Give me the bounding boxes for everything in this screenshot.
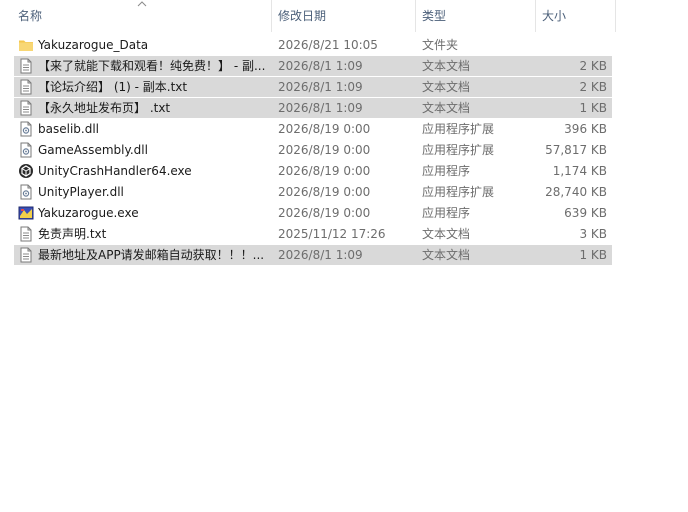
file-size: 2 KB xyxy=(579,59,607,73)
file-type: 应用程序扩展 xyxy=(422,143,495,157)
column-header-name[interactable]: 名称 xyxy=(12,0,272,32)
file-name: 【永久地址发布页】 .txt xyxy=(38,101,171,115)
file-row[interactable]: Yakuzarogue.exe 2026/8/19 0:00 应用程序 639 KB xyxy=(14,203,612,223)
file-name: 免责声明.txt xyxy=(38,227,107,241)
file-size: 28,740 KB xyxy=(545,185,607,199)
file-size: 57,817 KB xyxy=(545,143,607,157)
file-type: 文本文档 xyxy=(422,80,471,94)
text-file-icon xyxy=(18,79,34,95)
file-row[interactable]: GameAssembly.dll 2026/8/19 0:00 应用程序扩展 57,8… xyxy=(14,140,612,160)
file-size: 1 KB xyxy=(579,101,607,115)
file-name: UnityCrashHandler64.exe xyxy=(38,164,192,178)
file-size: 1,174 KB xyxy=(552,164,607,178)
file-row[interactable]: Yakuzarogue_Data 2026/8/21 10:05 文件夹 xyxy=(14,35,612,55)
dll-file-icon xyxy=(18,121,34,137)
column-header-type[interactable]: 类型 xyxy=(416,0,536,32)
file-row[interactable]: 【永久地址发布页】 .txt 2026/8/1 1:09 文本文档 1 KB xyxy=(14,98,612,118)
game-exe-icon xyxy=(18,205,34,221)
file-type: 应用程序扩展 xyxy=(422,185,495,199)
column-header-date[interactable]: 修改日期 xyxy=(272,0,416,32)
file-type: 文本文档 xyxy=(422,248,471,262)
file-type: 应用程序扩展 xyxy=(422,122,495,136)
file-size: 639 KB xyxy=(564,206,607,220)
folder-icon xyxy=(18,37,34,53)
file-name: baselib.dll xyxy=(38,122,99,136)
file-name: Yakuzarogue.exe xyxy=(38,206,139,220)
file-explorer: 名称 修改日期 类型 大小 Yakuzarogue_Data 2026/8/21 … xyxy=(0,0,688,512)
text-file-icon xyxy=(18,58,34,74)
file-row[interactable]: baselib.dll 2026/8/19 0:00 应用程序扩展 396 KB xyxy=(14,119,612,139)
file-size: 396 KB xyxy=(564,122,607,136)
dll-file-icon xyxy=(18,184,34,200)
file-modified-date: 2026/8/1 1:09 xyxy=(278,248,363,262)
file-modified-date: 2026/8/1 1:09 xyxy=(278,101,363,115)
file-modified-date: 2026/8/19 0:00 xyxy=(278,206,371,220)
file-size xyxy=(534,35,607,55)
text-file-icon xyxy=(18,247,34,263)
file-row[interactable]: 最新地址及APP请发邮箱自动获取！！！... 2026/8/1 1:09 文本文档 1… xyxy=(14,245,612,265)
file-modified-date: 2025/11/12 17:26 xyxy=(278,227,386,241)
file-type: 应用程序 xyxy=(422,164,471,178)
file-type: 文件夹 xyxy=(422,38,459,52)
file-modified-date: 2026/8/21 10:05 xyxy=(278,38,378,52)
file-row[interactable]: 【论坛介绍】 (1) - 副本.txt 2026/8/1 1:09 文本文档 2 KB xyxy=(14,77,612,97)
file-size: 2 KB xyxy=(579,80,607,94)
file-size: 3 KB xyxy=(579,227,607,241)
file-type: 文本文档 xyxy=(422,101,471,115)
file-row[interactable]: UnityPlayer.dll 2026/8/19 0:00 应用程序扩展 28,74… xyxy=(14,182,612,202)
column-header-size[interactable]: 大小 xyxy=(536,0,616,32)
file-modified-date: 2026/8/19 0:00 xyxy=(278,122,371,136)
file-modified-date: 2026/8/19 0:00 xyxy=(278,164,371,178)
unity-exe-icon xyxy=(18,163,34,179)
file-name: 最新地址及APP请发邮箱自动获取！！！... xyxy=(38,248,265,262)
file-modified-date: 2026/8/1 1:09 xyxy=(278,80,363,94)
file-name: 【论坛介绍】 (1) - 副本.txt xyxy=(38,80,188,94)
file-row[interactable]: UnityCrashHandler64.exe 2026/8/19 0:00 应用程… xyxy=(14,161,612,181)
file-name: UnityPlayer.dll xyxy=(38,185,124,199)
text-file-icon xyxy=(18,100,34,116)
file-row[interactable]: 免责声明.txt 2025/11/12 17:26 文本文档 3 KB xyxy=(14,224,612,244)
file-row[interactable]: 【来了就能下载和观看！纯免费！】 - 副... 2026/8/1 1:09 文本文档… xyxy=(14,56,612,76)
file-modified-date: 2026/8/19 0:00 xyxy=(278,185,371,199)
file-type: 文本文档 xyxy=(422,59,471,73)
file-name: Yakuzarogue_Data xyxy=(38,38,149,52)
file-type: 应用程序 xyxy=(422,206,471,220)
dll-file-icon xyxy=(18,142,34,158)
column-header-bar: 名称 修改日期 类型 大小 xyxy=(0,0,688,32)
file-type: 文本文档 xyxy=(422,227,471,241)
file-modified-date: 2026/8/1 1:09 xyxy=(278,59,363,73)
text-file-icon xyxy=(18,226,34,242)
file-name: 【来了就能下载和观看！纯免费！】 - 副... xyxy=(38,59,266,73)
file-modified-date: 2026/8/19 0:00 xyxy=(278,143,371,157)
file-size: 1 KB xyxy=(579,248,607,262)
file-name: GameAssembly.dll xyxy=(38,143,148,157)
